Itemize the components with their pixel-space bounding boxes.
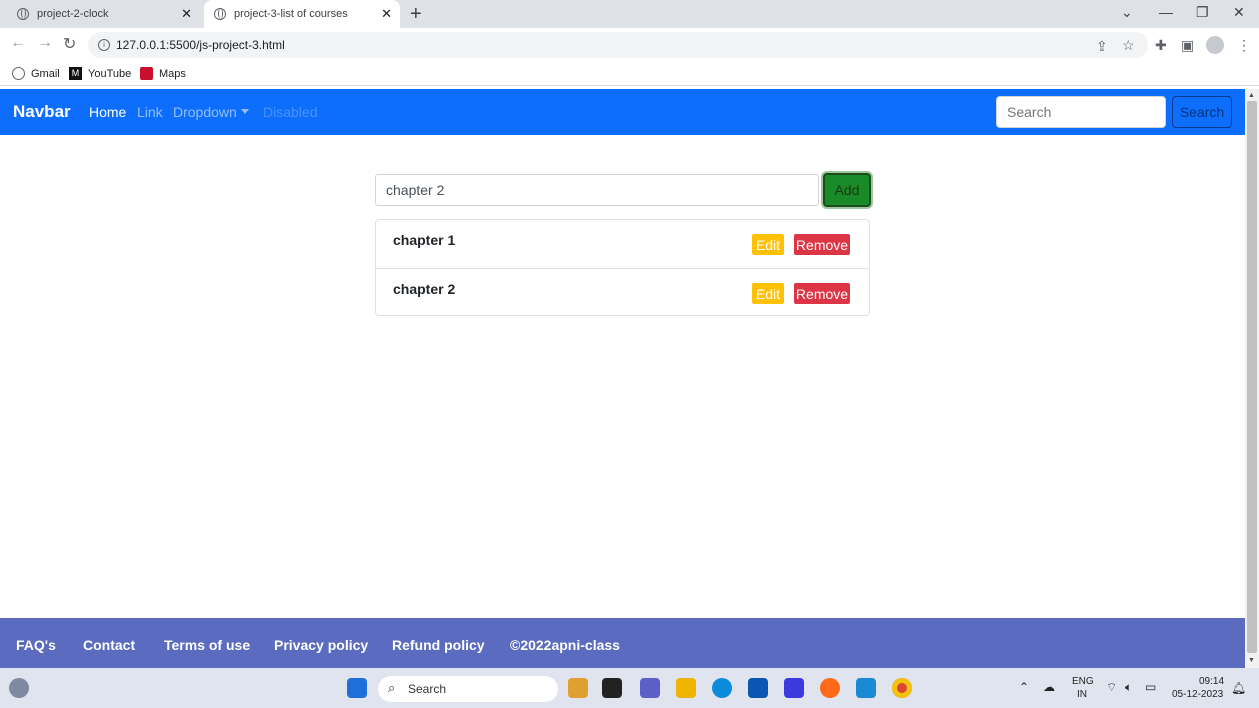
globe-icon — [17, 8, 29, 20]
tray-overflow-icon[interactable]: ⌃ — [1019, 680, 1029, 694]
footer-link-faq[interactable]: FAQ's — [16, 637, 56, 653]
reload-icon[interactable]: ↻ — [63, 34, 76, 54]
weather-icon[interactable] — [9, 678, 29, 698]
firefox-icon[interactable] — [820, 678, 840, 698]
navbar-brand[interactable]: Navbar — [13, 102, 71, 122]
globe-icon — [12, 67, 25, 80]
vscode-icon[interactable] — [856, 678, 876, 698]
language-indicator[interactable]: ENG — [1072, 676, 1094, 687]
forward-icon[interactable]: → — [37, 34, 53, 52]
globe-icon — [214, 8, 226, 20]
browser-tab-strip: project-2-clock ✕ project-3-list of cour… — [0, 0, 1259, 28]
teams-icon[interactable] — [640, 678, 660, 698]
battery-icon[interactable]: ▭ — [1145, 680, 1156, 694]
course-list: chapter 1 Edit Remove chapter 2 Edit Rem… — [375, 219, 870, 316]
bookmark-label: Gmail — [31, 67, 60, 80]
course-input[interactable] — [375, 174, 819, 206]
tab-project-2-clock[interactable]: project-2-clock ✕ — [0, 0, 200, 28]
list-item: chapter 1 Edit Remove — [376, 220, 869, 268]
wifi-icon[interactable]: ⌔ — [1106, 680, 1117, 695]
site-footer: FAQ's Contact Terms of use Privacy polic… — [0, 618, 1245, 668]
bookmark-label: Maps — [159, 67, 186, 80]
taskbar-search-label: Search — [408, 682, 447, 696]
side-panel-icon[interactable]: ▣ — [1181, 37, 1194, 54]
store-icon[interactable] — [748, 678, 768, 698]
footer-link-refund[interactable]: Refund policy — [392, 637, 485, 653]
nav-link-home[interactable]: Home — [89, 104, 126, 120]
footer-copyright: ©2022apni-class — [510, 637, 620, 653]
restore-icon[interactable]: ❐ — [1196, 4, 1209, 21]
footer-link-privacy[interactable]: Privacy policy — [274, 637, 368, 653]
edge-icon[interactable] — [712, 678, 732, 698]
navbar-search-input[interactable] — [996, 96, 1166, 128]
bookmarks-bar: Gmail M YouTube Maps — [0, 62, 1259, 86]
bookmark-label: YouTube — [88, 67, 132, 80]
nav-link-disabled: Disabled — [263, 104, 318, 120]
footer-link-terms[interactable]: Terms of use — [164, 637, 250, 653]
edit-button[interactable]: Edit — [752, 234, 784, 255]
url-text: 127.0.0.1:5500/js-project-3.html — [116, 38, 285, 52]
file-explorer-icon[interactable] — [676, 678, 696, 698]
edit-button[interactable]: Edit — [752, 283, 784, 304]
footer-link-contact[interactable]: Contact — [83, 637, 135, 653]
minimize-icon[interactable]: — — [1159, 4, 1173, 20]
region-indicator[interactable]: IN — [1077, 689, 1087, 700]
volume-icon[interactable]: 🔈︎ — [1125, 680, 1132, 695]
new-tab-icon[interactable]: + — [410, 3, 422, 26]
taskbar-search[interactable]: ⌕ Search — [378, 676, 558, 702]
page-viewport: Navbar Home Link Dropdown Disabled Searc… — [0, 89, 1259, 668]
list-item: chapter 2 Edit Remove — [376, 268, 869, 316]
tab-search-chevron-icon[interactable]: ⌄ — [1121, 4, 1133, 21]
vpn-icon[interactable] — [784, 678, 804, 698]
task-view-icon[interactable] — [602, 678, 622, 698]
share-icon[interactable]: ⇪ — [1096, 38, 1108, 55]
copilot-icon[interactable] — [568, 678, 588, 698]
nav-link-link[interactable]: Link — [137, 104, 163, 120]
add-button[interactable]: Add — [823, 173, 871, 207]
menu-kebab-icon[interactable]: ⋮ — [1237, 37, 1251, 54]
navbar-search-button[interactable]: Search — [1172, 96, 1232, 128]
tab-project-3-list-of-courses[interactable]: project-3-list of courses ✕ — [204, 0, 400, 28]
close-icon[interactable]: ✕ — [181, 6, 192, 22]
bookmark-gmail[interactable]: Gmail — [12, 67, 60, 80]
scroll-up-icon[interactable]: ▲ — [1248, 92, 1255, 99]
maps-icon — [140, 67, 153, 80]
window-close-icon[interactable]: ✕ — [1233, 4, 1245, 21]
tab-title: project-2-clock — [37, 8, 109, 20]
youtube-icon: M — [69, 67, 82, 80]
dropdown-caret-icon[interactable] — [241, 109, 249, 114]
onedrive-icon[interactable]: ☁ — [1043, 680, 1055, 694]
clock-date[interactable]: 05-12-2023 — [1172, 689, 1223, 700]
scroll-down-icon[interactable]: ▼ — [1248, 657, 1255, 664]
bookmark-youtube[interactable]: M YouTube — [69, 67, 131, 80]
scroll-thumb[interactable] — [1247, 101, 1257, 653]
site-navbar: Navbar Home Link Dropdown Disabled Searc… — [0, 89, 1245, 135]
browser-toolbar: ← → ↻ i 127.0.0.1:5500/js-project-3.html… — [0, 28, 1259, 62]
close-icon[interactable]: ✕ — [381, 6, 392, 22]
page-scrollbar[interactable]: ▲ ▼ — [1245, 89, 1259, 668]
chrome-icon[interactable] — [892, 678, 912, 698]
remove-button[interactable]: Remove — [794, 283, 850, 304]
notification-bell-icon[interactable]: 🔔︎ — [1231, 681, 1246, 695]
extensions-icon[interactable]: ✚ — [1155, 37, 1167, 54]
course-name: chapter 2 — [393, 281, 456, 297]
clock-time[interactable]: 09:14 — [1199, 676, 1224, 687]
course-name: chapter 1 — [393, 232, 456, 248]
profile-avatar-icon[interactable] — [1206, 36, 1224, 54]
site-info-icon[interactable]: i — [98, 39, 110, 51]
search-icon: ⌕ — [388, 680, 396, 695]
nav-link-dropdown[interactable]: Dropdown — [173, 104, 237, 120]
windows-taskbar: ⌕ Search ⌃ ☁ ENG IN ⌔ 🔈︎ ▭ 09:14 05-12-2… — [0, 668, 1259, 708]
bookmark-star-icon[interactable]: ☆ — [1122, 37, 1135, 54]
remove-button[interactable]: Remove — [794, 234, 850, 255]
windows-start-icon[interactable] — [347, 678, 367, 698]
address-bar[interactable]: i 127.0.0.1:5500/js-project-3.html ⇪ ☆ — [88, 32, 1148, 58]
back-icon[interactable]: ← — [10, 34, 26, 52]
tab-title: project-3-list of courses — [234, 8, 348, 20]
bookmark-maps[interactable]: Maps — [140, 67, 186, 80]
